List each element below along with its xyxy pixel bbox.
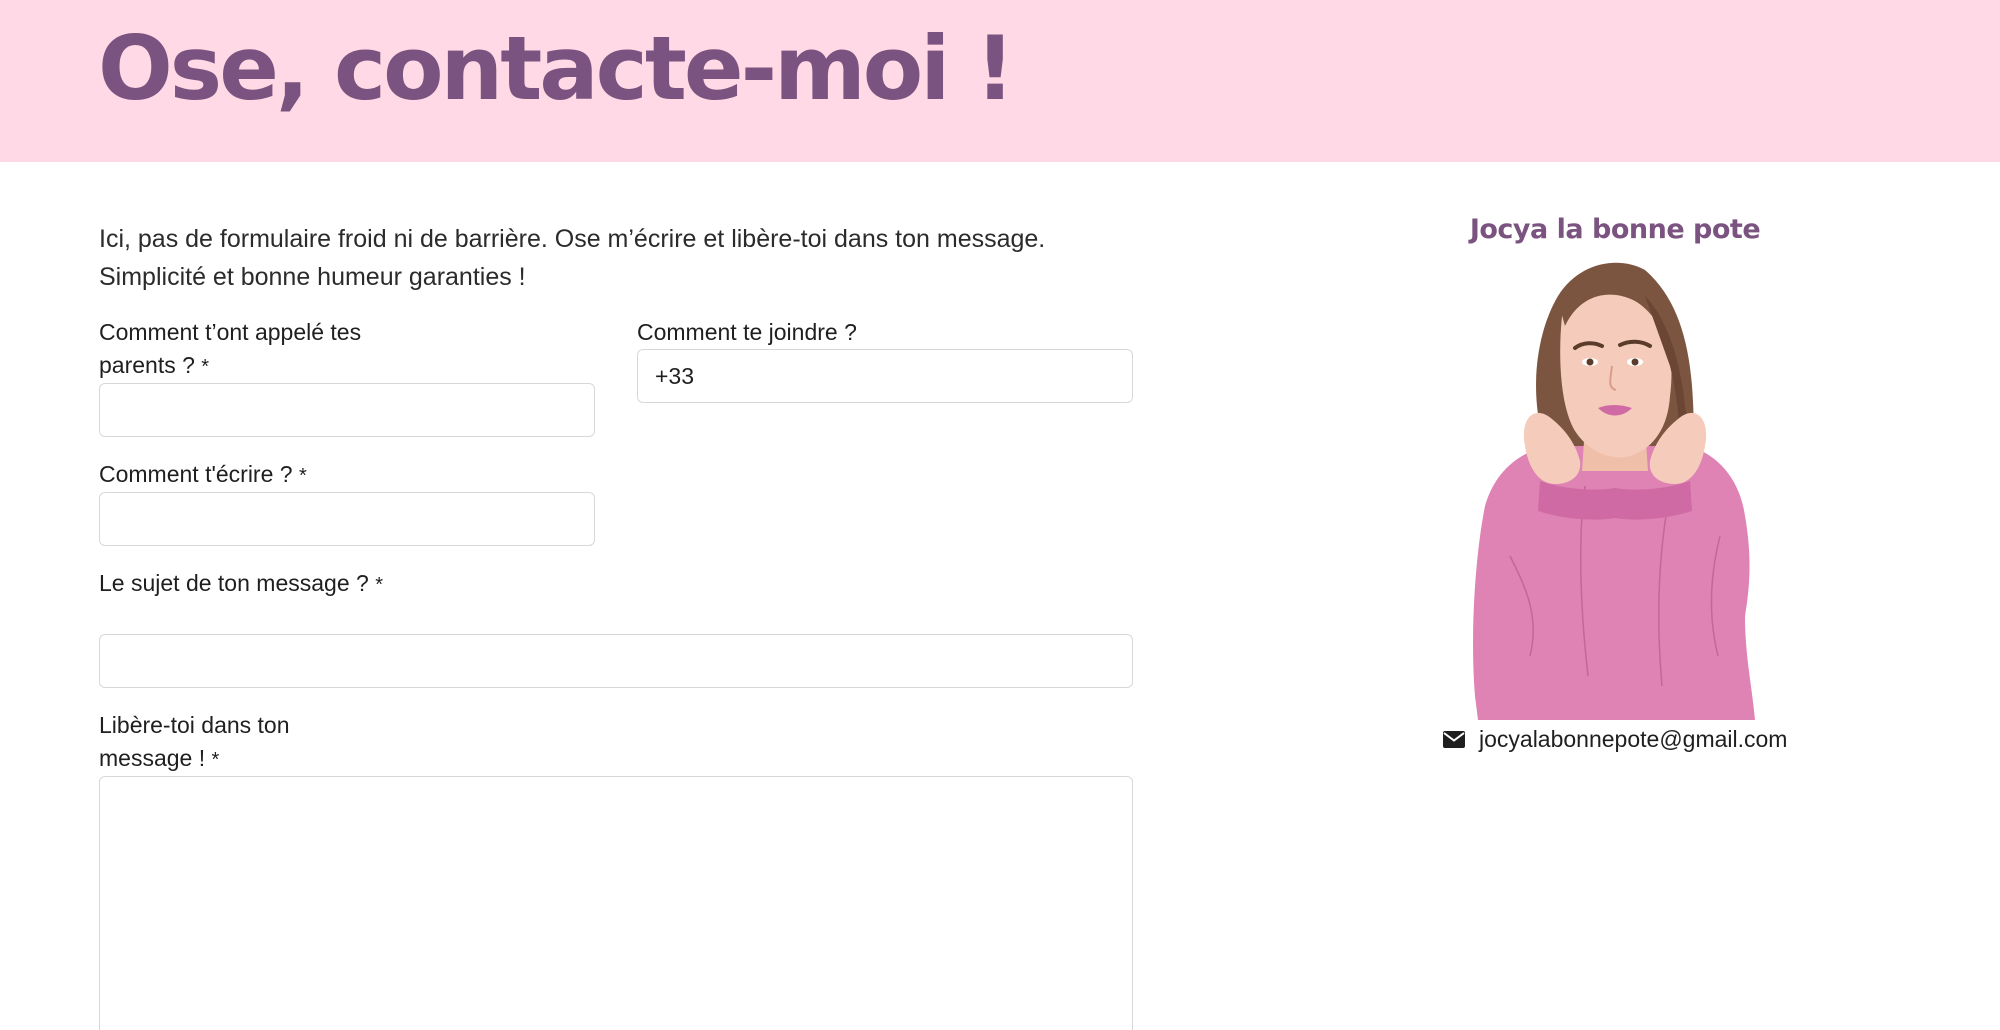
message-textarea[interactable] xyxy=(99,776,1133,1030)
phone-label: Comment te joindre ? xyxy=(637,319,857,345)
email-label: Comment t'écrire ? * xyxy=(99,458,499,493)
name-input[interactable] xyxy=(99,383,595,437)
required-marker: * xyxy=(211,749,220,771)
email-label-text: Comment t'écrire ? xyxy=(99,461,293,487)
envelope-icon xyxy=(1443,730,1465,748)
contact-email-line: jocyalabonnepote@gmail.com xyxy=(1443,722,1787,756)
name-label-text: Comment t’ont appelé tes parents ? xyxy=(99,319,362,378)
required-marker: * xyxy=(298,465,307,487)
woman-portrait-illustration xyxy=(1473,262,1755,720)
page-header: Ose, contacte-moi ! xyxy=(0,0,2000,162)
phone-input[interactable] xyxy=(637,349,1133,403)
subject-input[interactable] xyxy=(99,634,1133,688)
message-label-text: Libère-toi dans ton message ! xyxy=(99,712,290,771)
sidebar-name: Jocya la bonne pote xyxy=(1469,214,1761,245)
message-label: Libère-toi dans ton message ! * xyxy=(99,709,359,777)
subject-label-text: Le sujet de ton message ? xyxy=(99,570,369,596)
intro-text: Ici, pas de formulaire froid ni de barri… xyxy=(99,225,1046,291)
page-title: Ose, contacte-moi ! xyxy=(98,17,1015,120)
name-label: Comment t’ont appelé tes parents ? * xyxy=(99,316,409,384)
required-marker: * xyxy=(375,574,383,596)
contact-email-link[interactable]: jocyalabonnepote@gmail.com xyxy=(1479,726,1787,753)
email-input[interactable] xyxy=(99,492,595,546)
required-marker: * xyxy=(201,356,210,378)
subject-label: Le sujet de ton message ? * xyxy=(99,567,399,602)
